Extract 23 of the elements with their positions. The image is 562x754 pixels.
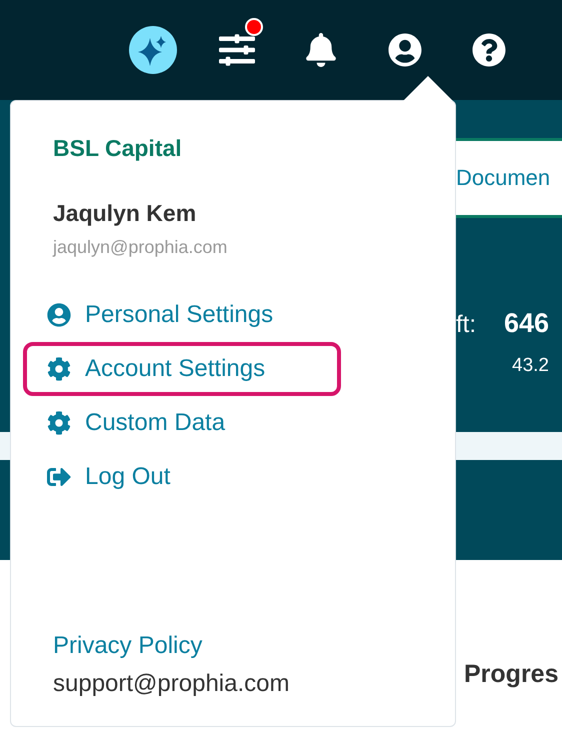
organization-name: BSL Capital	[53, 135, 183, 162]
user-icon[interactable]	[388, 33, 422, 67]
gear-icon	[47, 411, 71, 435]
user-icon	[47, 303, 71, 327]
bell-icon[interactable]	[304, 33, 338, 67]
section-title: Progres	[464, 660, 558, 690]
tab[interactable]: Documen	[456, 138, 562, 218]
menu-item[interactable]: Personal Settings	[23, 288, 341, 342]
privacy-link[interactable]: Privacy Policy	[53, 632, 202, 660]
menu-item[interactable]: Account Settings	[23, 342, 341, 396]
stat-label: ft:	[456, 311, 476, 339]
gear-icon	[47, 357, 71, 381]
support-email: support@prophia.com	[53, 670, 290, 698]
menu-item[interactable]: Custom Data	[23, 396, 341, 450]
user-name: Jaqulyn Kem	[53, 200, 198, 227]
sliders-icon[interactable]	[219, 32, 255, 68]
menu-item[interactable]: Log Out	[23, 450, 341, 504]
user-email: jaqulyn@prophia.com	[53, 237, 228, 258]
help-icon[interactable]	[472, 33, 506, 67]
stat-subvalue: 43.2	[512, 355, 550, 377]
stat-value: 646	[504, 308, 550, 339]
logout-icon	[47, 465, 71, 489]
sparkle-icon[interactable]	[129, 26, 177, 74]
